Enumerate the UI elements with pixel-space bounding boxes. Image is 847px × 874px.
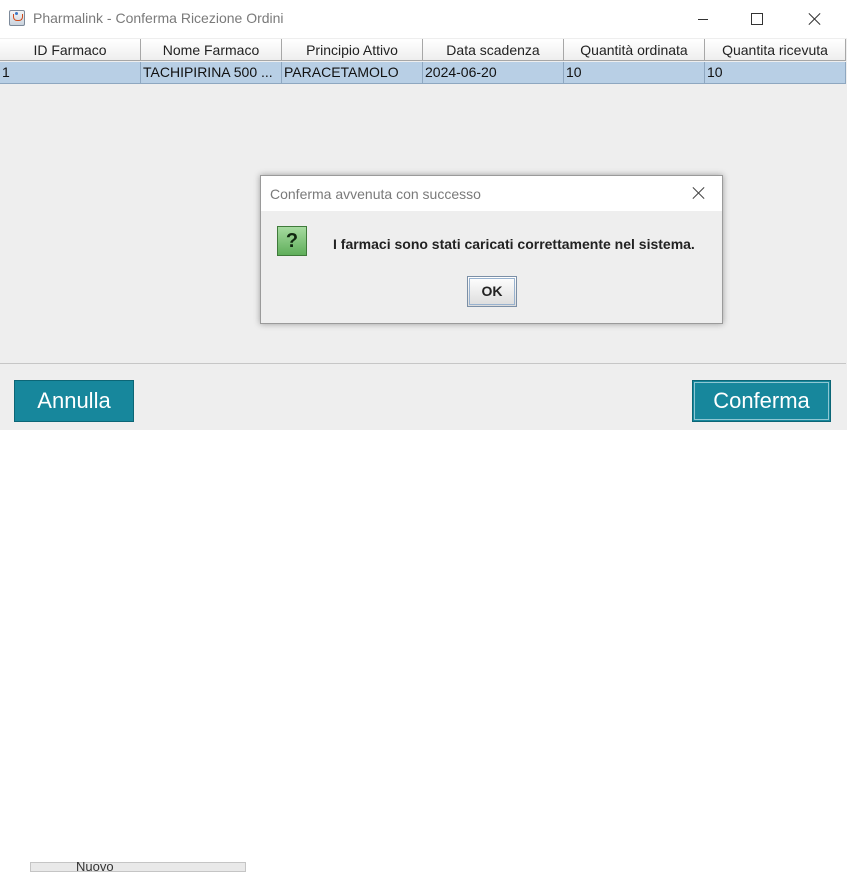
main-window: Pharmalink - Conferma Ricezione Ordini I… <box>0 0 847 874</box>
column-header-qty-received[interactable]: Quantita ricevuta <box>705 39 846 61</box>
background-nuovo-label: Nuovo <box>76 859 114 874</box>
table-header: ID Farmaco Nome Farmaco Principio Attivo… <box>0 39 846 62</box>
window-title: Pharmalink - Conferma Ricezione Ordini <box>33 10 284 26</box>
column-header-qty-ordered[interactable]: Quantità ordinata <box>564 39 705 61</box>
ok-button[interactable]: OK <box>467 276 517 307</box>
table-row[interactable]: 1 TACHIPIRINA 500 ... PARACETAMOLO 2024-… <box>0 62 846 84</box>
table-cell[interactable]: TACHIPIRINA 500 ... <box>141 62 282 83</box>
maximize-button[interactable] <box>734 0 780 38</box>
dialog-message: I farmaci sono stati caricati correttame… <box>333 236 695 252</box>
column-header-id[interactable]: ID Farmaco <box>0 39 141 61</box>
minimize-button[interactable] <box>680 0 726 38</box>
cancel-button[interactable]: Annulla <box>14 380 134 422</box>
java-cup-icon <box>9 10 25 26</box>
table-cell[interactable]: 2024-06-20 <box>423 62 564 83</box>
column-header-name[interactable]: Nome Farmaco <box>141 39 282 61</box>
dialog-title-bar: Conferma avvenuta con successo <box>261 176 722 211</box>
background-panel <box>30 862 246 872</box>
column-header-ingredient[interactable]: Principio Attivo <box>282 39 423 61</box>
dialog-close-icon[interactable] <box>691 185 707 201</box>
background-window-strip: Nuovo <box>0 430 847 874</box>
dialog-title: Conferma avvenuta con successo <box>270 186 481 202</box>
orders-table: ID Farmaco Nome Farmaco Principio Attivo… <box>0 39 846 84</box>
title-bar: Pharmalink - Conferma Ricezione Ordini <box>0 0 847 38</box>
maximize-icon <box>751 13 763 25</box>
table-cell[interactable]: PARACETAMOLO <box>282 62 423 83</box>
confirm-button[interactable]: Conferma <box>692 380 831 422</box>
close-button[interactable] <box>792 0 838 38</box>
close-icon <box>809 13 821 25</box>
question-icon: ? <box>277 226 307 256</box>
table-cell[interactable]: 1 <box>0 62 141 83</box>
table-cell[interactable]: 10 <box>705 62 846 83</box>
minimize-icon <box>698 18 708 20</box>
column-header-expiry[interactable]: Data scadenza <box>423 39 564 61</box>
table-cell[interactable]: 10 <box>564 62 705 83</box>
success-dialog: Conferma avvenuta con successo ? I farma… <box>260 175 723 324</box>
